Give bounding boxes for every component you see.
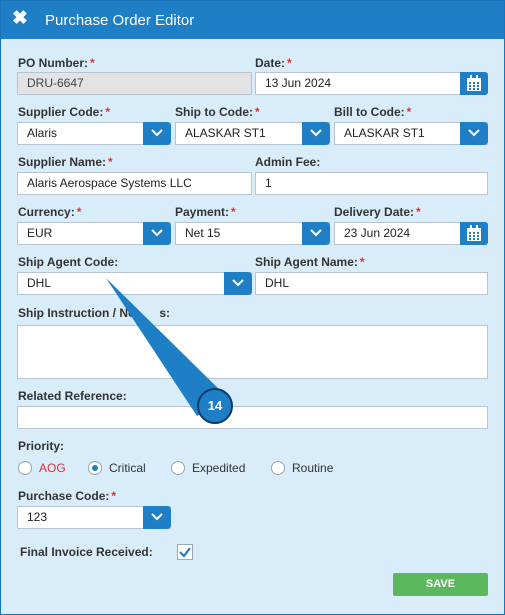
purchase-code-select[interactable]: 123 [17, 506, 171, 529]
currency-select[interactable]: EUR [17, 222, 171, 245]
check-icon [179, 547, 191, 558]
po-number-label: PO Number: * [18, 56, 95, 70]
admin-fee-field[interactable]: 1 [255, 172, 488, 195]
chevron-down-icon[interactable] [143, 506, 171, 529]
ship-instruction-label: Ship Instruction / No s: [18, 306, 170, 320]
ship-to-code-select[interactable]: ALASKAR ST1 [175, 122, 330, 145]
date-calendar-button[interactable] [460, 72, 488, 95]
ship-to-code-value: ALASKAR ST1 [185, 126, 266, 140]
priority-label: Priority: [18, 439, 65, 453]
ship-agent-name-field[interactable]: DHL [255, 272, 488, 295]
bill-to-code-label: Bill to Code: * [334, 105, 412, 119]
calendar-icon [467, 225, 481, 241]
date-field[interactable]: 13 Jun 2024 [255, 72, 460, 95]
priority-option-aog: AOG [39, 461, 66, 475]
ship-to-code-label: Ship to Code: * [175, 105, 260, 119]
final-invoice-checkbox[interactable] [177, 544, 193, 560]
priority-radio-aog[interactable] [18, 461, 32, 475]
priority-radio-expedited[interactable] [171, 461, 185, 475]
ship-agent-code-select[interactable]: DHL [17, 272, 252, 295]
purchase-code-value: 123 [27, 510, 48, 524]
close-icon[interactable]: ✖ [11, 9, 29, 28]
chevron-down-icon[interactable] [460, 122, 488, 145]
callout-badge: 14 [197, 388, 233, 424]
priority-option-expedited: Expedited [192, 461, 246, 475]
window-title: Purchase Order Editor [45, 12, 195, 29]
payment-value: Net 15 [185, 226, 221, 240]
delivery-date-calendar-button[interactable] [460, 222, 488, 245]
priority-radio-critical[interactable] [88, 461, 102, 475]
chevron-down-icon[interactable] [143, 122, 171, 145]
supplier-code-label: Supplier Code: * [18, 105, 111, 119]
ship-agent-code-value: DHL [27, 276, 52, 290]
currency-value: EUR [27, 226, 53, 240]
delivery-date-field[interactable]: 23 Jun 2024 [334, 222, 460, 245]
priority-option-critical: Critical [109, 461, 146, 475]
chevron-down-icon[interactable] [224, 272, 252, 295]
ship-agent-name-label: Ship Agent Name: * [255, 255, 365, 269]
title-bar: ✖ Purchase Order Editor [1, 1, 504, 39]
supplier-code-select[interactable]: Alaris [17, 122, 171, 145]
supplier-code-value: Alaris [27, 126, 58, 140]
supplier-name-label: Supplier Name: * [18, 155, 113, 169]
admin-fee-label: Admin Fee: [255, 155, 321, 169]
bill-to-code-value: ALASKAR ST1 [344, 126, 425, 140]
supplier-name-field[interactable]: Alaris Aerospace Systems LLC [17, 172, 252, 195]
purchase-order-dialog: ✖ Purchase Order Editor PO Number: * DRU-… [0, 0, 505, 615]
payment-label: Payment: * [175, 205, 236, 219]
po-number-field: DRU-6647 [17, 72, 252, 95]
final-invoice-label: Final Invoice Received: [20, 545, 153, 559]
calendar-icon [467, 75, 481, 91]
ship-agent-code-label: Ship Agent Code: [18, 255, 119, 269]
delivery-date-label: Delivery Date: * [334, 205, 421, 219]
save-button[interactable]: SAVE [393, 573, 488, 596]
chevron-down-icon[interactable] [302, 122, 330, 145]
currency-label: Currency: * [18, 205, 82, 219]
ship-instruction-textarea[interactable] [17, 325, 488, 379]
related-reference-field[interactable] [17, 406, 488, 429]
priority-option-routine: Routine [292, 461, 334, 475]
payment-select[interactable]: Net 15 [175, 222, 330, 245]
date-label: Date: * [255, 56, 292, 70]
bill-to-code-select[interactable]: ALASKAR ST1 [334, 122, 488, 145]
purchase-code-label: Purchase Code: * [18, 489, 117, 503]
chevron-down-icon[interactable] [143, 222, 171, 245]
chevron-down-icon[interactable] [302, 222, 330, 245]
priority-radio-routine[interactable] [271, 461, 285, 475]
related-reference-label: Related Reference: [18, 389, 127, 403]
